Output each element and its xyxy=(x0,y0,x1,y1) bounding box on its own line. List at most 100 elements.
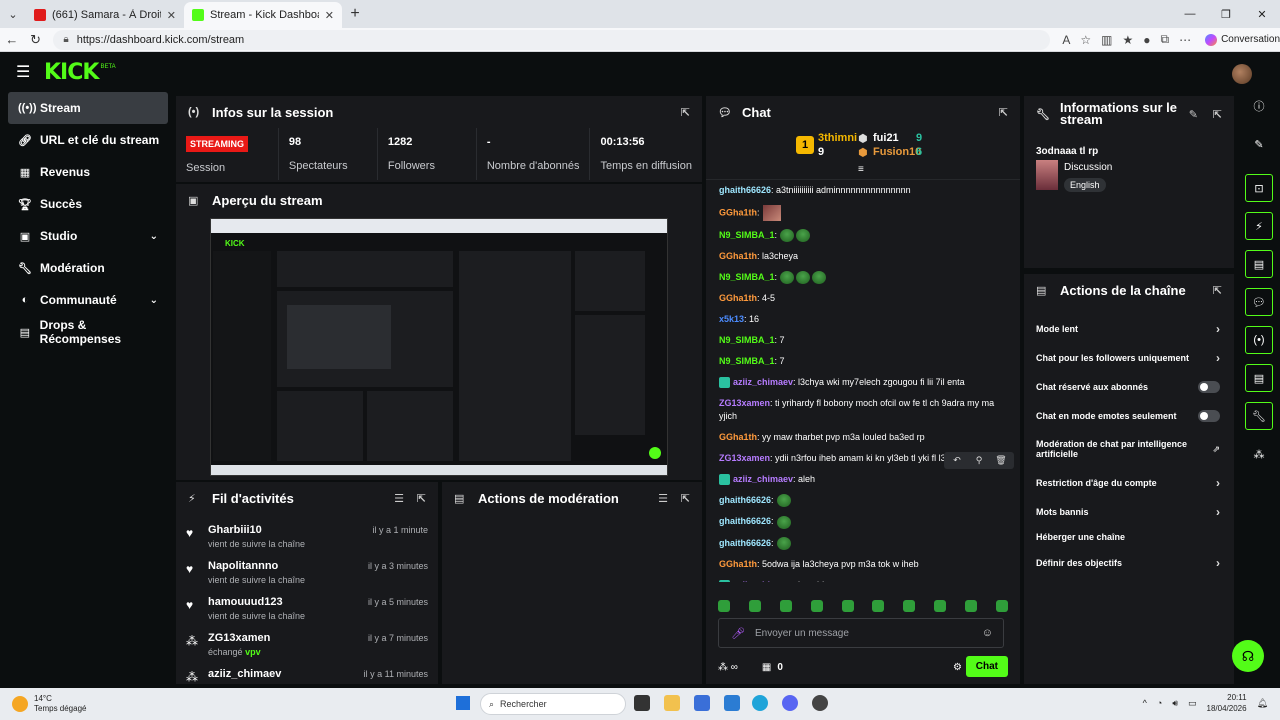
send-chat-button[interactable]: Chat xyxy=(965,656,1008,677)
activity-user[interactable]: hamouuud123 xyxy=(208,596,305,608)
profile-icon[interactable]: ● xyxy=(1143,33,1150,47)
weather-widget[interactable]: 14°C Temps dégagé xyxy=(12,694,86,714)
pin-icon[interactable]: ⚲ xyxy=(970,455,988,466)
file-explorer-icon[interactable] xyxy=(664,695,680,711)
action-age-restriction[interactable]: Restriction d'âge du compte › xyxy=(1024,468,1234,497)
chat-username[interactable]: N9_SIMBA_1 xyxy=(719,335,775,345)
back-icon[interactable]: ← xyxy=(0,32,24,47)
browser-tab-youtube[interactable]: (661) Samara - À Droite Feat Jouj... ✕ xyxy=(26,2,184,28)
tab-list-dropdown-icon[interactable]: ⌄ xyxy=(0,0,26,28)
leaderboard-user[interactable]: 3thimni xyxy=(818,132,857,144)
chat-username[interactable]: ZG13xamen xyxy=(719,453,770,463)
browser-tab-kick[interactable]: Stream - Kick Dashboard ✕ xyxy=(184,2,342,28)
url-field[interactable]: 🔒︎ https://dashboard.kick.com/stream xyxy=(53,29,1051,50)
chat-username[interactable]: N9_SIMBA_1 xyxy=(719,272,775,282)
filter-icon[interactable]: ☰ xyxy=(394,492,404,505)
popout-icon[interactable]: ⇱ xyxy=(681,492,690,505)
chat-username[interactable]: ZG13xamen xyxy=(719,398,770,408)
chat-bubble-icon[interactable]: 💬︎ xyxy=(1245,288,1273,316)
split-screen-icon[interactable]: ▥ xyxy=(1101,33,1112,47)
screen-capture-icon[interactable]: ⊡ xyxy=(1245,174,1273,202)
volume-icon[interactable]: 🔊︎ xyxy=(1172,698,1178,709)
minimize-icon[interactable]: — xyxy=(1172,8,1208,20)
task-view-icon[interactable] xyxy=(634,695,650,711)
chat-username[interactable]: aziiz_chimaev xyxy=(733,377,793,387)
leaderboard-user[interactable]: Fusion10 xyxy=(873,146,921,158)
kick-logo[interactable]: KICK xyxy=(44,60,99,85)
bolt-icon[interactable]: ⚡︎ xyxy=(1245,212,1273,240)
sidebar-item-url-key[interactable]: 🔗︎ URL et clé du stream xyxy=(8,124,168,156)
emote-icon[interactable] xyxy=(872,600,885,612)
category-thumbnail[interactable] xyxy=(1036,160,1058,190)
emote-icon[interactable] xyxy=(965,600,977,612)
menu-icon[interactable]: ☰ xyxy=(16,62,40,82)
action-ai-moderation[interactable]: Modération de chat par intelligence arti… xyxy=(1024,430,1234,468)
popout-icon[interactable]: ⇱ xyxy=(1213,108,1222,121)
store-icon[interactable]: ▦ xyxy=(762,662,771,673)
emote-icon[interactable] xyxy=(718,600,730,612)
popout-icon[interactable]: ⇱ xyxy=(999,106,1008,119)
avatar[interactable] xyxy=(1232,64,1252,84)
emote-icon[interactable] xyxy=(810,600,823,612)
document-icon[interactable]: ▤ xyxy=(1245,250,1273,278)
activity-user[interactable]: aziiz_chimaev xyxy=(208,668,281,680)
chat-username[interactable]: GGha1th xyxy=(719,559,757,569)
battery-icon[interactable]: ▭ xyxy=(1188,698,1197,709)
close-window-icon[interactable]: ✕ xyxy=(1244,8,1280,21)
chat-username[interactable]: ghaith66626 xyxy=(719,185,771,195)
points-icon[interactable]: ⁂ xyxy=(1245,440,1273,468)
copilot-conversation-button[interactable]: Conversation xyxy=(1205,33,1280,46)
reload-icon[interactable]: ↻ xyxy=(24,32,48,48)
sidebar-item-moderation[interactable]: 🔧︎ Modération xyxy=(8,252,168,284)
points-icon[interactable]: ⁂ ∞ xyxy=(718,662,738,673)
subscribers-only-toggle[interactable] xyxy=(1198,380,1220,393)
action-set-goals[interactable]: Définir des objectifs › xyxy=(1024,548,1234,577)
more-icon[interactable]: ⋯ xyxy=(1179,33,1191,47)
action-slow-mode[interactable]: Mode lent › xyxy=(1024,314,1234,343)
activity-user[interactable]: Napolitannno xyxy=(208,560,305,572)
emote-icon[interactable] xyxy=(748,600,761,612)
chat-username[interactable]: GGha1th xyxy=(719,207,757,217)
obs-icon[interactable] xyxy=(812,695,828,711)
sidebar-item-stream[interactable]: ((•)) Stream xyxy=(8,92,168,124)
outlook-icon[interactable] xyxy=(724,695,740,711)
popout-icon[interactable]: ⇱ xyxy=(1213,284,1222,297)
action-followers-only[interactable]: Chat pour les followers uniquement › xyxy=(1024,343,1234,372)
discord-icon[interactable] xyxy=(782,695,798,711)
emote-icon[interactable] xyxy=(779,600,792,612)
undo-icon[interactable]: ↶ xyxy=(948,455,966,466)
emote-icon[interactable] xyxy=(934,600,947,612)
sidebar-item-community[interactable]: ◐ Communauté ⌄ xyxy=(8,284,168,316)
maximize-icon[interactable]: ❐ xyxy=(1208,8,1244,21)
favorites-icon[interactable]: ★ xyxy=(1122,33,1133,47)
chat-username[interactable]: GGha1th xyxy=(719,293,757,303)
read-aloud-icon[interactable]: A xyxy=(1062,33,1070,47)
edit-icon[interactable]: ✎ xyxy=(1189,108,1198,121)
chat-username[interactable]: GGha1th xyxy=(719,251,757,261)
chat-username[interactable]: aziiz_chimaev xyxy=(733,474,793,484)
sidebar-item-achievements[interactable]: 🏆︎ Succès xyxy=(8,188,168,220)
emote-icon[interactable] xyxy=(841,600,854,612)
sidebar-item-studio[interactable]: ▣ Studio ⌄ xyxy=(8,220,168,252)
expand-leaderboard-icon[interactable]: ≡ xyxy=(858,164,864,175)
chat-username[interactable]: ghaith66626 xyxy=(719,495,771,505)
clock[interactable]: 20:11 18/04/2026 xyxy=(1207,692,1247,714)
wrench-icon[interactable]: 🔧︎ xyxy=(1245,402,1273,430)
sidebar-item-drops[interactable]: ▤ Drops & Récompenses xyxy=(8,316,168,348)
filter-icon[interactable]: ☰ xyxy=(658,492,668,505)
emote-icon[interactable] xyxy=(903,600,916,612)
taskbar-search[interactable]: ⌕ Rechercher xyxy=(480,693,626,715)
chat-username[interactable]: aziiz_chimaev xyxy=(733,580,793,582)
server-icon[interactable]: ▤ xyxy=(1245,364,1273,392)
category-name[interactable]: Discussion xyxy=(1064,162,1112,173)
chat-username[interactable]: N9_SIMBA_1 xyxy=(719,356,775,366)
chat-username[interactable]: N9_SIMBA_1 xyxy=(719,230,775,240)
tab-close-icon[interactable]: ✕ xyxy=(167,9,176,22)
tab-close-icon[interactable]: ✕ xyxy=(325,9,334,22)
action-banned-words[interactable]: Mots bannis › xyxy=(1024,497,1234,526)
edit-icon[interactable]: ✎ xyxy=(1245,130,1273,158)
help-headset-button[interactable]: ☊ xyxy=(1232,640,1264,672)
stream-preview-video[interactable]: KICK xyxy=(210,218,668,476)
chat-username[interactable]: x5k13 xyxy=(719,314,744,324)
emote-icon[interactable] xyxy=(995,600,1008,612)
